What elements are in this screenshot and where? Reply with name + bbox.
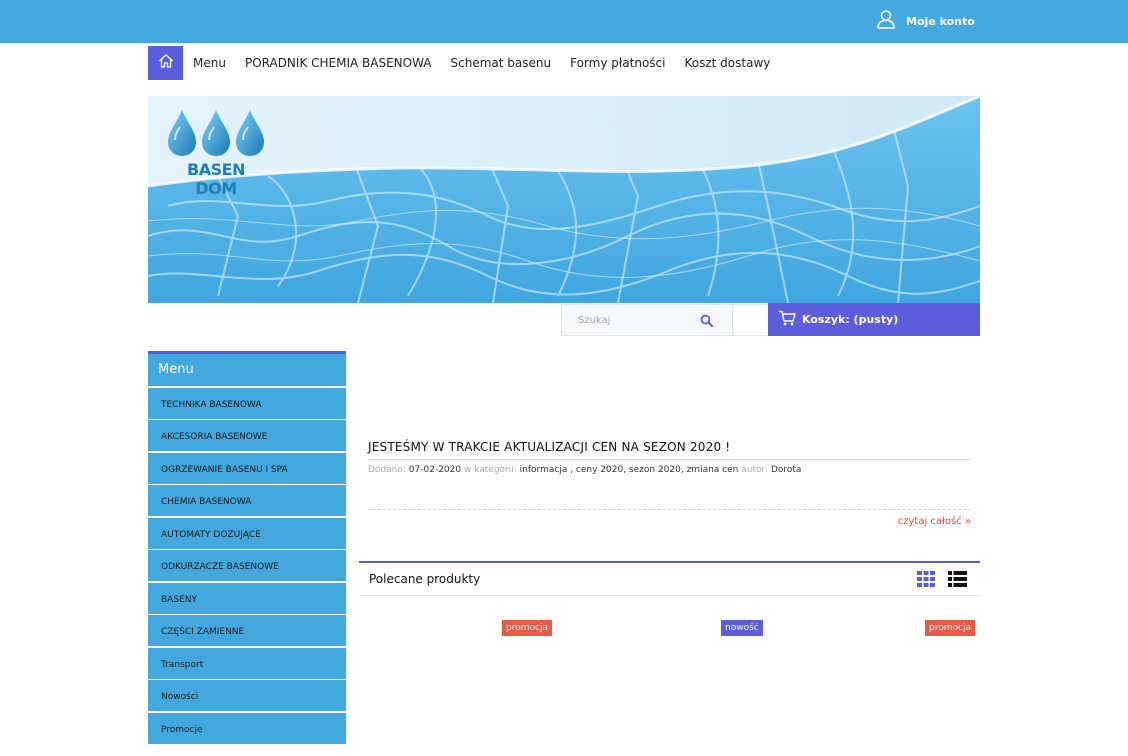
home-icon	[158, 53, 174, 73]
sidebar-item-akcesoria[interactable]: AKCESORIA BASENOWE	[148, 420, 346, 451]
nav-item-platnosci[interactable]: Formy płatności	[570, 56, 665, 70]
post-date: 07-02-2020	[408, 465, 462, 475]
post-divider	[368, 509, 971, 510]
main-nav: Menu PORADNIK CHEMIA BASENOWA Schemat ba…	[148, 46, 980, 80]
news-post: JESTEŚMY W TRAKCIE AKTUALIZACJI CEN NA S…	[368, 440, 971, 475]
search-button[interactable]	[696, 311, 716, 331]
search-input[interactable]	[562, 305, 692, 335]
list-view-button[interactable]	[948, 571, 967, 587]
post-added-label: Dodano:	[368, 465, 406, 475]
nav-item-schemat[interactable]: Schemat basenu	[451, 56, 552, 70]
grid-view-button[interactable]	[917, 571, 935, 587]
sidebar-item-baseny[interactable]: BASENY	[148, 582, 346, 614]
site-logo[interactable]: BASEN DOM	[164, 108, 268, 198]
sidebar-item-czesci[interactable]: CZĘŚCI ZAMIENNE	[148, 615, 346, 646]
home-button[interactable]	[148, 46, 183, 80]
account-link[interactable]: Moje konto	[876, 10, 975, 32]
grid-icon	[917, 571, 935, 591]
post-category-label: w kategorii:	[463, 465, 517, 475]
sidebar-menu: Menu TECHNIKA BASENOWA AKCESORIA BASENOW…	[148, 351, 346, 751]
top-bar: Moje konto	[0, 0, 1128, 43]
read-more-link[interactable]: czytaj całość »	[880, 516, 971, 527]
sidebar-item-transport[interactable]: Transport	[148, 647, 346, 679]
post-meta: Dodano: 07-02-2020 w kategorii: informac…	[368, 465, 971, 475]
sidebar-item-automaty[interactable]: AUTOMATY DOZUJĄCE	[148, 517, 346, 549]
nav-item-menu[interactable]: Menu	[193, 56, 226, 70]
user-icon	[876, 9, 896, 33]
logo-text: BASEN DOM	[187, 160, 245, 198]
product-badge-promo: promocja	[925, 620, 975, 636]
account-label: Moje konto	[906, 14, 975, 28]
post-author-label: autor:	[741, 465, 769, 475]
post-categories[interactable]: informacja , ceny 2020, sezon 2020, zmia…	[520, 465, 739, 475]
nav-item-dostawa[interactable]: Koszt dostawy	[684, 56, 770, 70]
post-author: Dorota	[770, 465, 802, 475]
cart-icon	[778, 310, 796, 330]
sidebar-item-odkurzacze[interactable]: ODKURZACZE BASENOWE	[148, 550, 346, 581]
product-badge-new: nowość	[721, 620, 763, 636]
sidebar-title: Menu	[148, 351, 346, 386]
sidebar-item-ogrzewanie[interactable]: OGRZEWANIE BASENU i SPA	[148, 452, 346, 484]
pool-water-image	[148, 96, 980, 303]
post-title[interactable]: JESTEŚMY W TRAKCIE AKTUALIZACJI CEN NA S…	[368, 440, 971, 460]
featured-products-header: Polecane produkty	[359, 561, 980, 596]
sidebar-item-nowosci[interactable]: Nowości	[148, 680, 346, 711]
search-box	[561, 304, 733, 336]
featured-title: Polecane produkty	[369, 572, 481, 586]
product-badge-promo: promocja	[502, 620, 552, 636]
sidebar-item-promocje[interactable]: Promocje	[148, 712, 346, 744]
sidebar-item-chemia[interactable]: CHEMIA BASENOWA	[148, 485, 346, 516]
list-icon	[948, 571, 967, 591]
sidebar-item-technika[interactable]: TECHNIKA BASENOWA	[148, 387, 346, 419]
nav-item-poradnik[interactable]: PORADNIK CHEMIA BASENOWA	[245, 56, 432, 70]
hero-banner: BASEN DOM	[148, 96, 980, 303]
cart-button[interactable]: Koszyk: (pusty)	[768, 303, 980, 336]
cart-label: Koszyk: (pusty)	[802, 313, 899, 326]
search-icon	[700, 312, 713, 331]
search-spacer	[732, 304, 768, 336]
